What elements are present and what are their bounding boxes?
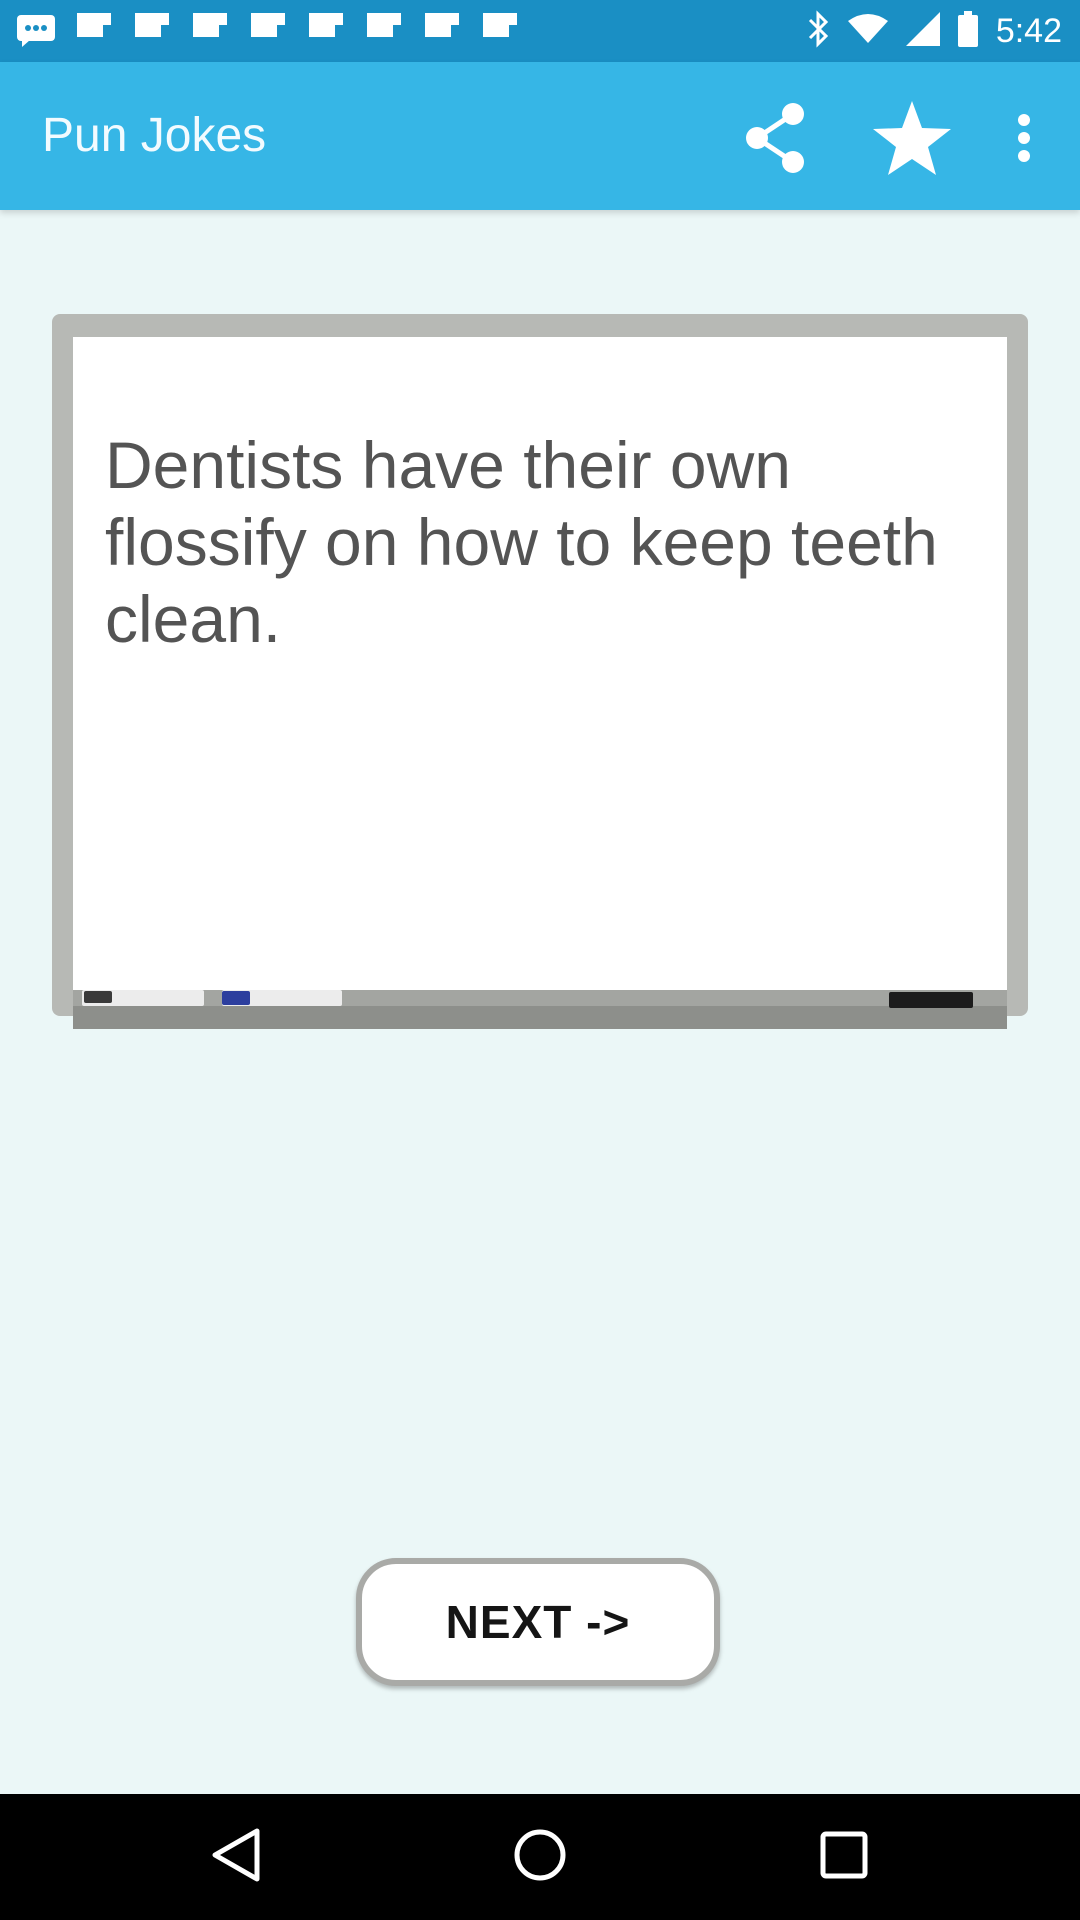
recents-button[interactable] [794,1814,894,1900]
flipboard-icon [420,8,464,54]
flipboard-icon [478,8,522,54]
flipboard-icon [130,8,174,54]
back-icon [211,1828,261,1887]
flipboard-icon [72,8,116,54]
recents-icon [820,1831,868,1884]
status-bar: 5:42 [0,0,1080,62]
home-button[interactable] [490,1814,590,1900]
wifi-icon [847,13,888,50]
more-vert-icon [1017,113,1031,167]
flipboard-icon [304,8,348,54]
more-options-button[interactable] [994,92,1054,188]
back-button[interactable] [186,1814,286,1900]
next-button[interactable]: NEXT -> [356,1558,720,1686]
share-icon [743,102,807,179]
flipboard-icon [362,8,406,54]
system-icons: 5:42 [808,8,1062,54]
navigation-bar [0,1794,1080,1920]
app-bar: Pun Jokes [0,62,1080,210]
sms-icon [14,8,58,54]
home-icon [513,1828,567,1887]
flipboard-icon [246,8,290,54]
star-icon [873,100,951,180]
blue-marker-cap [222,991,250,1005]
app-title: Pun Jokes [42,109,267,162]
battery-icon [957,10,978,52]
whiteboard-tray-edge [73,990,1007,1006]
joke-text: Dentists have their own flossify on how … [105,428,938,656]
notification-icons [14,8,536,54]
black-marker-cap [84,991,112,1003]
signal-icon [905,11,940,51]
bluetooth-icon [808,9,830,53]
favorite-button[interactable] [864,92,960,188]
flipboard-icon [188,8,232,54]
status-time: 5:42 [995,11,1062,50]
share-button[interactable] [727,92,823,188]
eraser [889,992,973,1008]
